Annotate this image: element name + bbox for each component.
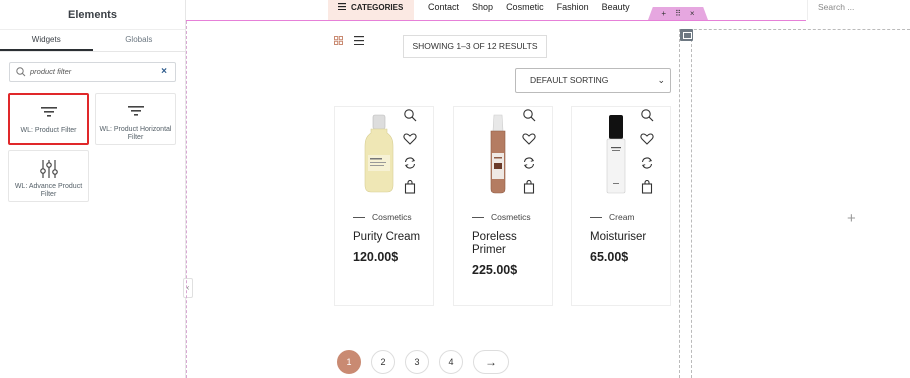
product-card[interactable]: Cream Moisturiser 65.00$ [571,106,671,306]
empty-column-outline [679,29,910,378]
add-to-cart-icon[interactable] [640,180,654,194]
clear-search-icon[interactable]: × [161,66,167,77]
product-category: Cosmetics [472,212,531,222]
product-image-purity-cream[interactable] [359,113,399,195]
nav-shop[interactable]: Shop [472,0,493,15]
main-nav: Contact Shop Cosmetic Fashion Beauty [428,0,630,15]
wishlist-heart-icon[interactable] [522,132,536,146]
tab-globals[interactable]: Globals [93,30,186,51]
result-count: SHOWING 1–3 OF 12 RESULTS [403,35,547,58]
widget-product-filter[interactable]: WL: Product Filter [8,93,89,145]
sorting-value: DEFAULT SORTING [530,75,609,85]
nav-contact[interactable]: Contact [428,0,459,15]
page-3-button[interactable]: 3 [405,350,429,374]
sorting-select[interactable]: DEFAULT SORTING ⌄ [515,68,671,93]
grid-view-icon[interactable] [334,36,343,45]
search-value: product filter [30,67,72,76]
widget-product-horizontal-filter[interactable]: WL: Product Horizontal Filter [95,93,176,145]
product-image-moisturiser[interactable] [596,113,636,195]
categories-label: CATEGORIES [351,3,404,12]
widget-label: WL: Advance Product Filter [14,183,83,198]
add-to-cart-icon[interactable] [403,180,417,194]
compare-icon[interactable] [640,156,654,170]
widget-search-input[interactable]: product filter × [9,62,176,82]
widget-label: WL: Product Horizontal Filter [99,126,172,141]
panel-tabs: Widgets Globals [0,30,185,52]
quick-view-icon[interactable] [640,108,654,122]
column-edit-icon[interactable] [680,29,693,41]
compare-icon[interactable] [403,156,417,170]
add-widget-icon[interactable]: + [847,210,856,227]
product-card[interactable]: Cosmetics Purity Cream 120.00$ [334,106,434,306]
filter-icon [96,104,175,120]
nav-cosmetic[interactable]: Cosmetic [506,0,544,15]
elements-panel: Elements Widgets Globals product filter … [0,0,186,378]
product-price: 65.00$ [590,250,629,264]
search-icon [16,67,26,77]
nav-fashion[interactable]: Fashion [557,0,589,15]
wishlist-heart-icon[interactable] [640,132,654,146]
nav-beauty[interactable]: Beauty [602,0,630,15]
widget-label: WL: Product Filter [20,127,77,134]
tab-widgets[interactable]: Widgets [0,30,93,51]
product-price: 225.00$ [472,263,518,277]
quick-view-icon[interactable] [522,108,536,122]
chevron-down-icon: ⌄ [657,75,665,85]
list-view-icon[interactable] [354,36,364,45]
product-name[interactable]: Purity Cream [353,231,431,244]
product-card[interactable]: Cosmetics Poreless Primer 225.00$ [453,106,553,306]
widget-advance-product-filter[interactable]: WL: Advance Product Filter [8,150,89,202]
page-2-button[interactable]: 2 [371,350,395,374]
page-1-button[interactable]: 1 [337,350,361,374]
product-name[interactable]: Moisturiser [590,231,668,244]
next-page-button[interactable]: → [473,350,509,374]
filter-icon [10,105,87,121]
menu-icon [338,0,346,15]
section-handle: + ⠿ × [648,7,708,20]
header-separator [807,0,808,20]
quick-view-icon[interactable] [403,108,417,122]
categories-button[interactable]: CATEGORIES [328,0,414,20]
move-section-icon[interactable]: ⠿ [675,7,681,20]
product-category: Cream [590,212,635,222]
column-guide [691,29,692,378]
add-to-cart-icon[interactable] [522,180,536,194]
product-image-poreless-primer[interactable] [478,113,518,195]
pagination: 1 2 3 4 → [337,350,509,374]
header-search-input[interactable]: Search ... [818,2,854,12]
wishlist-heart-icon[interactable] [403,132,417,146]
page-4-button[interactable]: 4 [439,350,463,374]
editor-screen: Elements Widgets Globals product filter … [0,0,910,378]
product-name[interactable]: Poreless Primer [472,231,522,257]
close-section-icon[interactable]: × [690,7,695,20]
product-price: 120.00$ [353,250,399,264]
product-category: Cosmetics [353,212,412,222]
panel-title: Elements [0,0,185,30]
compare-icon[interactable] [522,156,536,170]
sliders-icon [9,159,88,179]
add-section-icon[interactable]: + [661,7,666,20]
